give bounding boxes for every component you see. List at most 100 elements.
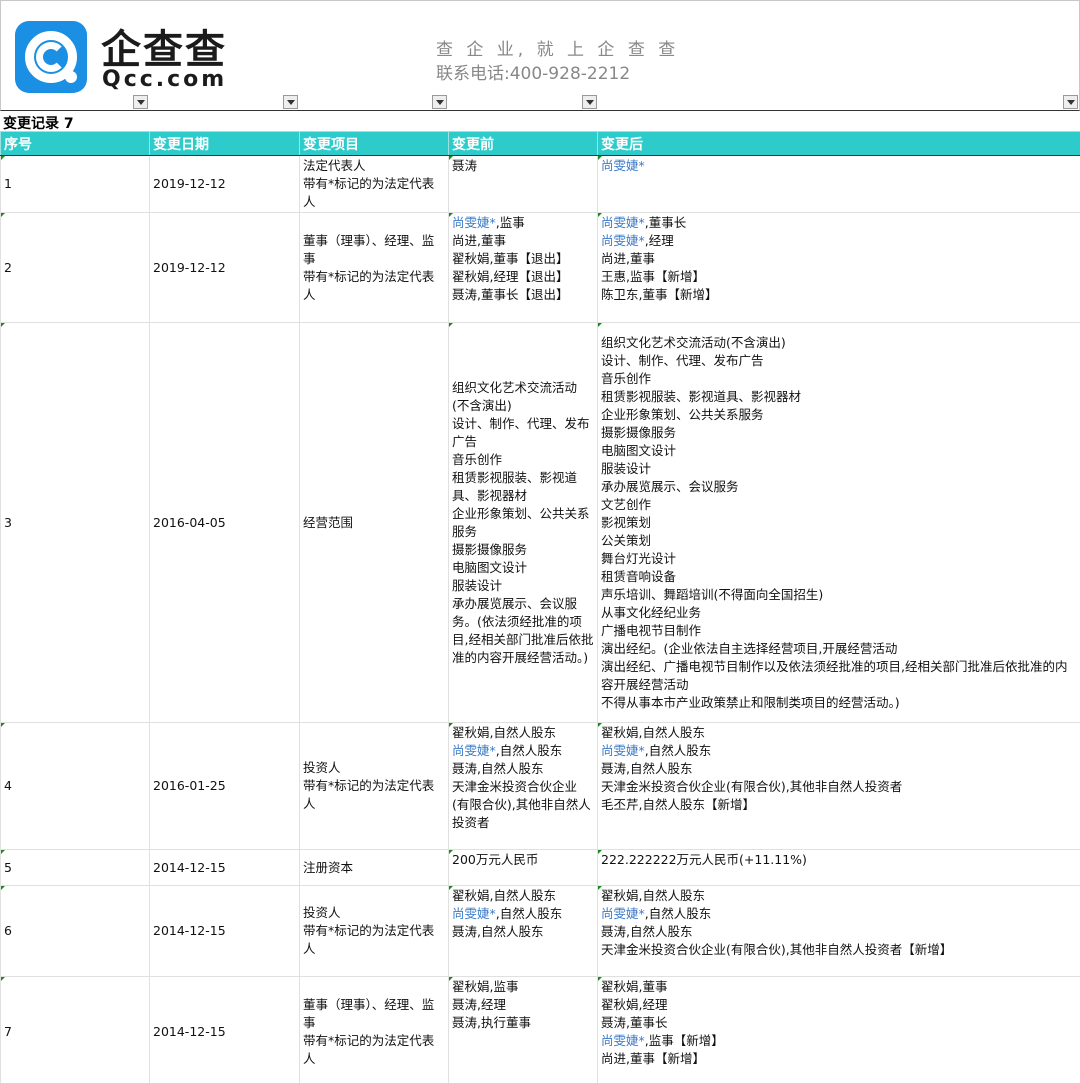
- table-header-row: 序号 变更日期 变更项目 变更前 变更后: [0, 131, 1080, 156]
- cell-text: 陈卫东,董事【新增】: [601, 287, 718, 302]
- cell-line: 文艺创作: [601, 496, 1077, 514]
- cell-no[interactable]: 3: [0, 322, 150, 723]
- cell-after[interactable]: 尚雯婕*: [597, 155, 1080, 213]
- cell-text: 聂涛,经理: [452, 997, 506, 1012]
- cell-item[interactable]: 投资人 带有*标记的为法定代表人: [299, 885, 449, 977]
- filter-dropdown-icon[interactable]: [283, 95, 298, 109]
- cell-text: 2016-01-25: [153, 778, 226, 793]
- cell-date[interactable]: 2019-12-12: [149, 155, 300, 213]
- column-header-before[interactable]: 变更前: [448, 131, 598, 156]
- cell-after[interactable]: 222.222222万元人民币(+11.11%): [597, 849, 1080, 886]
- cell-after[interactable]: 翟秋娟,自然人股东 尚雯婕*,自然人股东 聂涛,自然人股东 天津金米投资合伙企业(有限…: [597, 722, 1080, 850]
- column-header-no[interactable]: 序号: [0, 131, 150, 156]
- cell-before[interactable]: 200万元人民币: [448, 849, 598, 886]
- cell-item[interactable]: 法定代表人 带有*标记的为法定代表人: [299, 155, 449, 213]
- person-link[interactable]: 尚雯婕*: [452, 215, 496, 230]
- cell-line: 尚雯婕*,自然人股东: [452, 905, 594, 923]
- filter-dropdown-icon[interactable]: [1063, 95, 1078, 109]
- cell-after[interactable]: 翟秋娟,自然人股东 尚雯婕*,自然人股东 聂涛,自然人股东 天津金米投资合伙企业(有限…: [597, 885, 1080, 977]
- cell-before[interactable]: 翟秋娟,自然人股东 尚雯婕*,自然人股东 聂涛,自然人股东 天津金米投资合伙企业(有限…: [448, 722, 598, 850]
- cell-item[interactable]: 董事（理事）、经理、监事 带有*标记的为法定代表人: [299, 212, 449, 323]
- person-link[interactable]: 尚雯婕*: [601, 233, 645, 248]
- person-link[interactable]: 尚雯婕*: [452, 906, 496, 921]
- cell-date[interactable]: 2019-12-12: [149, 212, 300, 323]
- cell-after[interactable]: 翟秋娟,董事 翟秋娟,经理 聂涛,董事长 尚雯婕*,监事【新增】 尚进,董事【新增】: [597, 976, 1080, 1083]
- person-link[interactable]: 尚雯婕*: [601, 215, 645, 230]
- cell-text: 公关策划: [601, 532, 652, 548]
- cell-before[interactable]: 组织文化艺术交流活动(不含演出) 设计、制作、代理、发布广告 音乐创作 租赁影视服装、…: [448, 322, 598, 723]
- cell-date[interactable]: 2014-12-15: [149, 849, 300, 886]
- person-link[interactable]: 尚雯婕*: [601, 158, 645, 173]
- cell-no[interactable]: 6: [0, 885, 150, 977]
- comment-marker-icon: [1, 213, 5, 217]
- cell-date[interactable]: 2014-12-15: [149, 976, 300, 1083]
- cell-before[interactable]: 翟秋娟,自然人股东 尚雯婕*,自然人股东 聂涛,自然人股东: [448, 885, 598, 977]
- cell-date[interactable]: 2016-04-05: [149, 322, 300, 723]
- column-header-date[interactable]: 变更日期: [149, 131, 300, 156]
- cell-no[interactable]: 2: [0, 212, 150, 323]
- cell-text: 电脑图文设计: [601, 442, 677, 458]
- cell-before[interactable]: 翟秋娟,监事 聂涛,经理聂涛,执行董事: [448, 976, 598, 1083]
- cell-no[interactable]: 5: [0, 849, 150, 886]
- cell-no[interactable]: 7: [0, 976, 150, 1083]
- column-header-item[interactable]: 变更项目: [299, 131, 449, 156]
- cell-line: 聂涛,经理: [452, 996, 594, 1014]
- cell-date[interactable]: 2016-01-25: [149, 722, 300, 850]
- cell-before[interactable]: 尚雯婕*,监事 尚进,董事 翟秋娟,董事【退出】 翟秋娟,经理【退出】 聂涛,董事长【退…: [448, 212, 598, 323]
- cell-line: 尚雯婕*: [601, 157, 1077, 175]
- cell-line: 设计、制作、代理、发布广告: [601, 352, 1077, 370]
- cell-item[interactable]: 注册资本: [299, 849, 449, 886]
- table-row: 3 2016-04-05 经营范围 组织文化艺术交流活动(不含演出) 设计、制作、代理、…: [0, 322, 1080, 723]
- cell-text: 聂涛,执行董事: [452, 1015, 531, 1030]
- cell-item[interactable]: 经营范围: [299, 322, 449, 723]
- person-link[interactable]: 尚雯婕*: [601, 1033, 645, 1048]
- cell-text: 天津金米投资合伙企业(有限合伙),其他非自然人投资者: [601, 779, 903, 794]
- cell-date[interactable]: 2014-12-15: [149, 885, 300, 977]
- cell-text: ,自然人股东: [495, 743, 563, 758]
- cell-line: 公关策划: [601, 532, 1077, 550]
- filter-dropdown-icon[interactable]: [133, 95, 148, 109]
- cell-line: 翟秋娟,董事【退出】: [452, 250, 594, 268]
- cell-text: 翟秋娟,经理【退出】: [452, 269, 569, 284]
- cell-line: 电脑图文设计: [452, 559, 594, 577]
- column-header-after[interactable]: 变更后: [597, 131, 1080, 156]
- cell-text: 租赁音响设备: [601, 568, 677, 584]
- cell-line: 天津金米投资合伙企业(有限合伙),其他非自然人投资者: [601, 778, 1077, 796]
- cell-item[interactable]: 董事（理事）、经理、监事 带有*标记的为法定代表人: [299, 976, 449, 1083]
- person-link[interactable]: 尚雯婕*: [452, 743, 496, 758]
- filter-dropdown-icon[interactable]: [432, 95, 447, 109]
- cell-text: ,自然人股东: [644, 743, 712, 758]
- cell-text: 6: [4, 923, 12, 938]
- person-link[interactable]: 尚雯婕*: [601, 743, 645, 758]
- cell-line: 200万元人民币: [452, 851, 594, 869]
- cell-text: 组织文化艺术交流活动(不含演出): [601, 334, 786, 350]
- cell-line: 不得从事本市产业政策禁止和限制类项目的经营活动。): [601, 694, 1077, 712]
- cell-line: 聂涛,董事长【退出】: [452, 286, 594, 304]
- cell-text: 尚进,董事【新增】: [601, 1051, 705, 1066]
- cell-before[interactable]: 聂涛: [448, 155, 598, 213]
- cell-line: 从事文化经纪业务: [601, 604, 1077, 622]
- cell-text: 组织文化艺术交流活动(不含演出): [452, 379, 578, 413]
- cell-item[interactable]: 投资人 带有*标记的为法定代表人: [299, 722, 449, 850]
- cell-line: 声乐培训、舞蹈培训(不得面向全国招生): [601, 586, 1077, 604]
- cell-text: 翟秋娟,董事【退出】: [452, 251, 569, 266]
- cell-text: 翟秋娟,经理: [601, 997, 668, 1012]
- cell-after[interactable]: 尚雯婕*,董事长 尚雯婕*,经理 尚进,董事 王惠,监事【新增】 陈卫东,董事【新增】: [597, 212, 1080, 323]
- comment-marker-icon: [449, 886, 453, 890]
- filter-dropdown-icon[interactable]: [582, 95, 597, 109]
- cell-text: 聂涛,自然人股东: [601, 761, 693, 776]
- cell-no[interactable]: 1: [0, 155, 150, 213]
- cell-text: 影视策划: [601, 514, 652, 530]
- cell-text: 2014-12-15: [153, 1023, 226, 1039]
- cell-line: 尚雯婕*,监事【新增】: [601, 1032, 1077, 1050]
- phone-number: 联系电话:400-928-2212: [436, 64, 631, 84]
- cell-line: 翟秋娟,监事: [452, 978, 594, 996]
- cell-text: 音乐创作: [452, 451, 503, 467]
- person-link[interactable]: 尚雯婕*: [601, 906, 645, 921]
- cell-line: 翟秋娟,经理【退出】: [452, 268, 594, 286]
- cell-text: 董事（理事）、经理、监事: [303, 232, 435, 266]
- cell-text: 摄影摄像服务: [452, 541, 528, 557]
- comment-marker-icon: [449, 850, 453, 854]
- cell-no[interactable]: 4: [0, 722, 150, 850]
- cell-after[interactable]: 组织文化艺术交流活动(不含演出) 设计、制作、代理、发布广告 音乐创作 租赁影视服装、…: [597, 322, 1080, 723]
